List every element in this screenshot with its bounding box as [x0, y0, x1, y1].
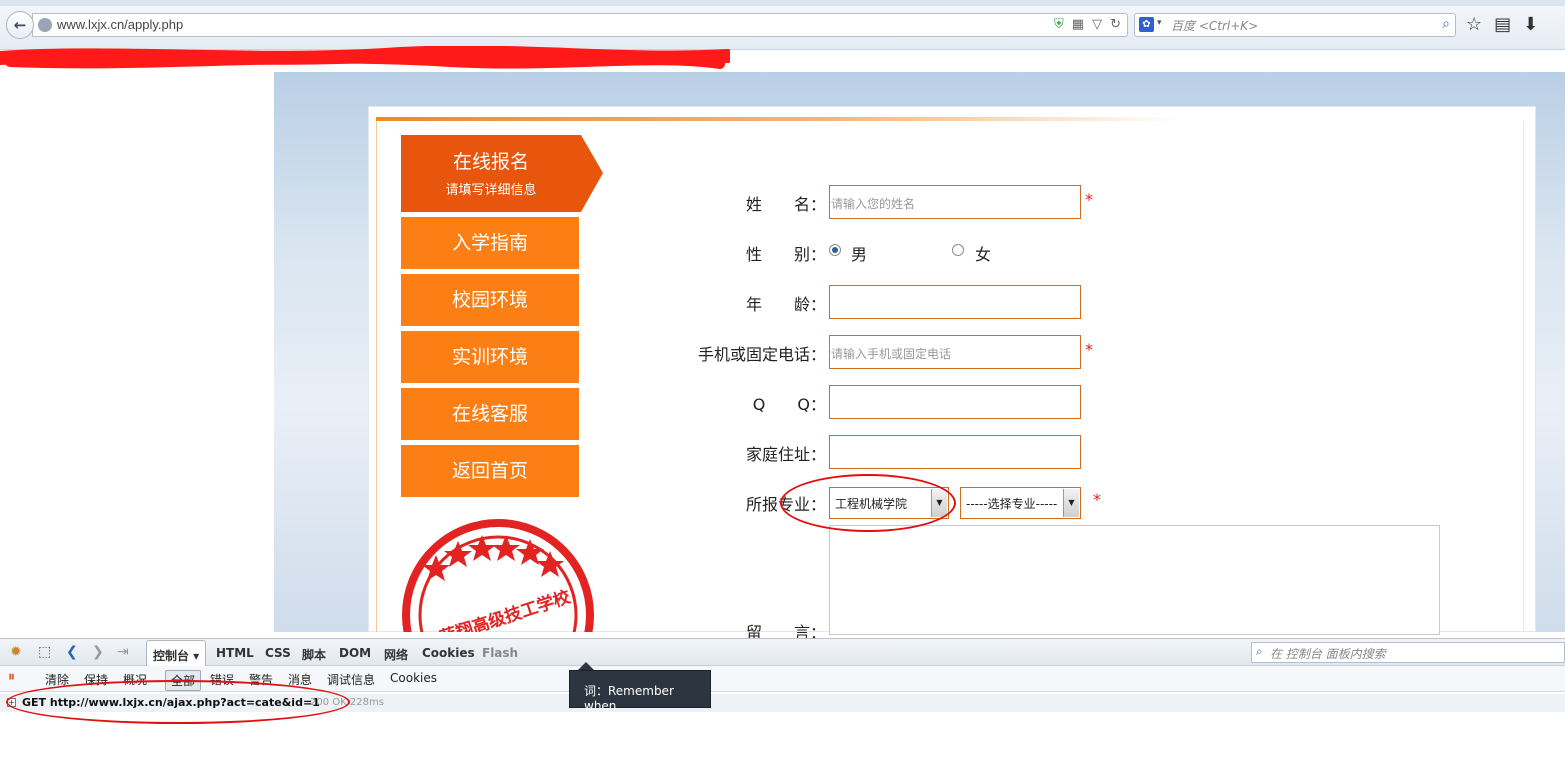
chevron-down-icon[interactable]: ▾ [1157, 18, 1162, 28]
tab-dom[interactable]: DOM [339, 646, 371, 660]
tab-script[interactable]: 脚本 [302, 646, 326, 663]
qq-input[interactable] [829, 385, 1081, 419]
download-icon[interactable]: ⬇ [1523, 14, 1538, 35]
console-filter-debug[interactable]: 调试信息 [322, 670, 380, 689]
url-text[interactable]: www.lxjx.cn/apply.php [57, 17, 183, 32]
pause-icon[interactable]: ⏸ [8, 669, 15, 685]
tooltip: 词：Remember when [569, 670, 711, 713]
annotation-circle-request [6, 680, 350, 724]
gender-male-radio[interactable] [829, 244, 841, 256]
clipboard-icon[interactable]: ▤ [1494, 14, 1511, 35]
firebug-icon[interactable]: ✹ [10, 644, 22, 660]
search-bar[interactable]: ✿ ▾ 百度 <Ctrl+K> ⌕ [1134, 13, 1456, 37]
back-arrow-icon[interactable]: ❮ [66, 644, 78, 660]
dropdown-arrow-icon[interactable]: ▼ [1063, 489, 1079, 517]
age-label: 年 龄： [745, 295, 826, 314]
sidebar-item-service[interactable]: 在线客服 [401, 388, 579, 440]
back-arrow-icon: ← [13, 16, 27, 34]
name-label: 姓 名： [745, 195, 826, 214]
toolbar-icons: ☆ ▤ ⬇ [1466, 14, 1538, 35]
tab-cookies[interactable]: Cookies [422, 646, 475, 660]
tab-strip [0, 0, 1565, 6]
url-bar-icons: ⛨ ▦ ▽ ↻ [1054, 17, 1121, 32]
devtools-search-input[interactable]: ⌕ 在 控制台 面板内搜索 [1251, 642, 1565, 663]
phone-label: 手机或固定电话： [697, 345, 826, 364]
reload-icon[interactable]: ↻ [1110, 17, 1121, 32]
message-textarea[interactable] [829, 525, 1440, 635]
gender-female-label[interactable]: 女 [975, 241, 991, 265]
globe-icon [38, 18, 52, 32]
qq-label: Q Q： [752, 395, 826, 414]
indent-icon[interactable]: ⇥ [117, 644, 129, 660]
devtools-search-placeholder: 在 控制台 面板内搜索 [1270, 647, 1386, 661]
name-input[interactable]: 请输入您的姓名 [829, 185, 1081, 219]
school-stamp: 山东蓝翔高级技工学校 [398, 515, 598, 632]
sidebar-header: 在线报名 请填写详细信息 [401, 135, 603, 212]
tab-css[interactable]: CSS [265, 646, 291, 660]
sidebar-item-campus[interactable]: 校园环境 [401, 274, 579, 326]
tab-network[interactable]: 网络 [384, 646, 408, 663]
baidu-paw-icon[interactable]: ✿ [1139, 17, 1154, 32]
browser-toolbar: www.lxjx.cn/apply.php ⛨ ▦ ▽ ↻ ← ✿ ▾ 百度 <… [0, 0, 1565, 50]
devtools-tab-bar: ✹ ⬚ ❮ ❯ ⇥ 控制台 ▾ HTML CSS 脚本 DOM 网络 Cooki… [0, 638, 1565, 666]
tab-console[interactable]: 控制台 ▾ [146, 640, 207, 666]
gender-female-radio[interactable] [952, 244, 964, 256]
annotation-circle-college [780, 474, 956, 532]
sidebar-item-home[interactable]: 返回首页 [401, 445, 579, 497]
search-icon[interactable]: ⌕ [1442, 16, 1450, 32]
major-select[interactable]: -----选择专业----- ▼ [960, 487, 1081, 519]
sidebar-header-title: 在线报名 [452, 151, 529, 173]
url-bar[interactable]: www.lxjx.cn/apply.php ⛨ ▦ ▽ ↻ [32, 13, 1128, 37]
header-rule [376, 117, 1524, 121]
forward-arrow-icon[interactable]: ❯ [92, 644, 104, 660]
search-icon: ⌕ [1256, 644, 1263, 658]
search-placeholder[interactable]: 百度 <Ctrl+K> [1171, 17, 1258, 34]
console-filter-cookies[interactable]: Cookies [385, 670, 442, 686]
gender-male-label[interactable]: 男 [851, 241, 867, 265]
svg-text:山东蓝翔高级技工学校: 山东蓝翔高级技工学校 [405, 586, 574, 632]
required-mark: * [1085, 340, 1093, 359]
required-mark: * [1085, 190, 1093, 209]
phone-input[interactable]: 请输入手机或固定电话 [829, 335, 1081, 369]
sidebar-item-training[interactable]: 实训环境 [401, 331, 579, 383]
redaction-scribble [0, 46, 730, 69]
required-mark: * [1093, 490, 1101, 509]
address-input[interactable] [829, 435, 1081, 469]
address-label: 家庭住址： [745, 445, 826, 464]
sidebar-item-guide[interactable]: 入学指南 [401, 217, 579, 269]
gender-label: 性 别： [745, 245, 826, 264]
back-button[interactable]: ← [6, 11, 34, 39]
shield-icon[interactable]: ⛨ [1054, 17, 1064, 32]
age-input[interactable] [829, 285, 1081, 319]
inspect-icon[interactable]: ⬚ [38, 644, 51, 660]
tab-flash[interactable]: Flash [482, 646, 518, 660]
tooltip-arrow [578, 662, 594, 670]
major-select-value: -----选择专业----- [966, 497, 1058, 511]
tab-html[interactable]: HTML [216, 646, 254, 660]
bookmark-star-icon[interactable]: ☆ [1466, 14, 1482, 35]
qr-code-icon[interactable]: ▦ [1072, 17, 1084, 32]
dropdown-arrow-icon[interactable]: ▽ [1092, 17, 1102, 32]
sidebar-header-subtitle: 请填写详细信息 [445, 183, 537, 198]
